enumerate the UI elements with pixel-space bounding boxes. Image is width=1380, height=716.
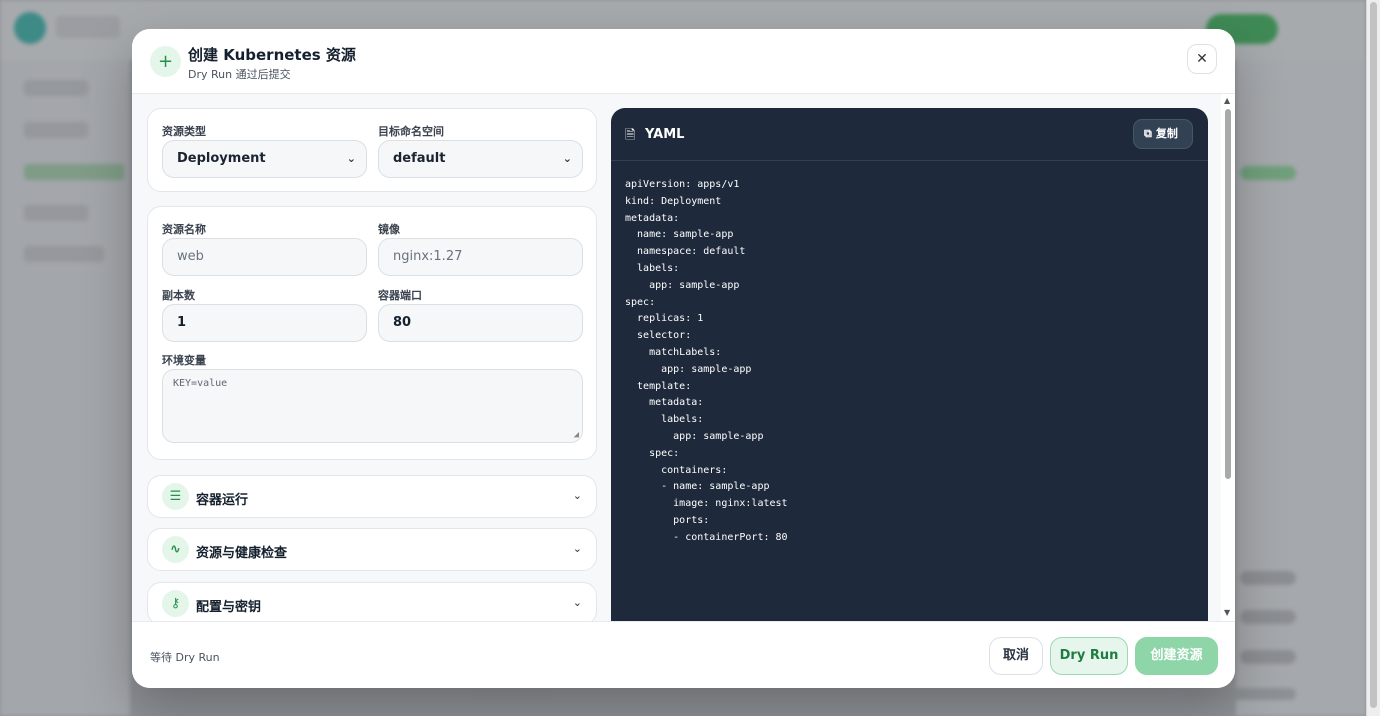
section-title: 容器运行	[196, 493, 249, 508]
create-resource-dialog: + 创建 Kubernetes 资源 Dry Run 通过后提交 ✕ 资源类型 …	[132, 29, 1235, 688]
scroll-down-arrow-icon[interactable]: ▼	[1224, 608, 1230, 617]
env-placeholder: KEY=value	[173, 378, 228, 389]
dialog-subtitle: Dry Run 通过后提交	[188, 68, 291, 81]
env-textarea[interactable]: KEY=value ◢	[162, 369, 583, 443]
namespace-label: 目标命名空间	[378, 125, 444, 138]
background-logo-text	[56, 16, 120, 38]
resource-name-label: 资源名称	[162, 223, 206, 236]
replicas-label: 副本数	[162, 289, 195, 302]
resource-name-input[interactable]: web	[162, 238, 367, 276]
sliders-icon: ☰	[162, 483, 189, 510]
section-config-secrets[interactable]: ⚷ 配置与密钥 ⌄	[147, 582, 597, 621]
section-resources-health[interactable]: ∿ 资源与健康检查 ⌄	[147, 528, 597, 571]
section-title: 配置与密钥	[196, 600, 262, 615]
background-logo	[14, 12, 46, 44]
dialog-body: 资源类型 Deployment ⌄ 目标命名空间 default ⌄ 资源名称 …	[132, 94, 1235, 621]
background-sidebar-item	[24, 246, 104, 262]
image-input[interactable]: nginx:1.27	[378, 238, 583, 276]
dialog-scrollbar[interactable]: ▲ ▼	[1221, 94, 1235, 621]
chevron-down-icon: ⌄	[572, 542, 582, 555]
create-resource-button[interactable]: 创建资源	[1135, 637, 1218, 675]
scroll-up-arrow-icon[interactable]: ▲	[1224, 96, 1230, 105]
key-icon: ⚷	[162, 590, 189, 617]
background-sidebar-item	[24, 122, 88, 138]
resource-type-label: 资源类型	[162, 125, 206, 138]
background-sidebar-item	[24, 205, 88, 221]
dry-run-status: 等待 Dry Run	[150, 651, 220, 664]
yaml-title: YAML	[645, 127, 685, 142]
copy-button[interactable]: ⧉ 复制	[1133, 119, 1193, 149]
background-pill	[1186, 688, 1296, 700]
yaml-code: apiVersion: apps/v1 kind: Deployment met…	[625, 179, 788, 543]
dialog-title: 创建 Kubernetes 资源	[188, 46, 356, 64]
page-scrollbar-thumb[interactable]	[1370, 2, 1377, 708]
basic-config-card: 资源名称 web 镜像 nginx:1.27 副本数 1 容器端口 80 环境变…	[147, 206, 597, 460]
replicas-input[interactable]: 1	[162, 304, 367, 342]
image-label: 镜像	[378, 223, 400, 236]
dry-run-button[interactable]: Dry Run	[1050, 637, 1128, 675]
resource-target-card: 资源类型 Deployment ⌄ 目标命名空间 default ⌄	[147, 108, 597, 192]
cancel-button[interactable]: 取消	[989, 637, 1043, 675]
chevron-down-icon: ⌄	[572, 596, 582, 609]
background-pill	[1240, 650, 1296, 664]
yaml-preview-panel: 🗎 YAML ⧉ 复制 apiVersion: apps/v1 kind: Dep…	[611, 108, 1208, 621]
plus-icon: +	[150, 46, 181, 77]
background-sidebar-item	[24, 164, 124, 180]
resize-handle-icon[interactable]: ◢	[574, 430, 579, 440]
port-label: 容器端口	[378, 289, 422, 302]
dialog-scrollbar-thumb[interactable]	[1225, 109, 1231, 479]
port-input[interactable]: 80	[378, 304, 583, 342]
dialog-header: + 创建 Kubernetes 资源 Dry Run 通过后提交 ✕	[132, 29, 1235, 94]
env-label: 环境变量	[162, 354, 206, 367]
section-container-runtime[interactable]: ☰ 容器运行 ⌄	[147, 475, 597, 518]
copy-icon: ⧉	[1144, 127, 1152, 140]
activity-icon: ∿	[162, 536, 189, 563]
chevron-down-icon: ⌄	[346, 152, 356, 165]
chevron-down-icon: ⌄	[562, 152, 572, 165]
close-icon: ✕	[1196, 51, 1208, 67]
yaml-header: 🗎 YAML ⧉ 复制	[611, 108, 1208, 161]
namespace-select[interactable]: default ⌄	[378, 140, 583, 178]
background-pill	[476, 688, 548, 700]
background-pill	[1240, 610, 1296, 624]
dialog-footer: 等待 Dry Run 取消 Dry Run 创建资源	[132, 621, 1235, 688]
background-sidebar	[0, 60, 130, 716]
namespace-value: default	[393, 151, 446, 166]
page-scrollbar[interactable]	[1366, 0, 1380, 716]
copy-label: 复制	[1155, 127, 1178, 140]
resource-type-value: Deployment	[177, 151, 266, 166]
file-code-icon: 🗎	[625, 128, 636, 143]
background-pill	[1240, 166, 1296, 180]
section-title: 资源与健康检查	[196, 546, 288, 561]
chevron-down-icon: ⌄	[572, 489, 582, 502]
background-sidebar-item	[24, 80, 88, 96]
resource-type-select[interactable]: Deployment ⌄	[162, 140, 367, 178]
close-button[interactable]: ✕	[1187, 44, 1217, 74]
background-pill	[1240, 571, 1296, 585]
